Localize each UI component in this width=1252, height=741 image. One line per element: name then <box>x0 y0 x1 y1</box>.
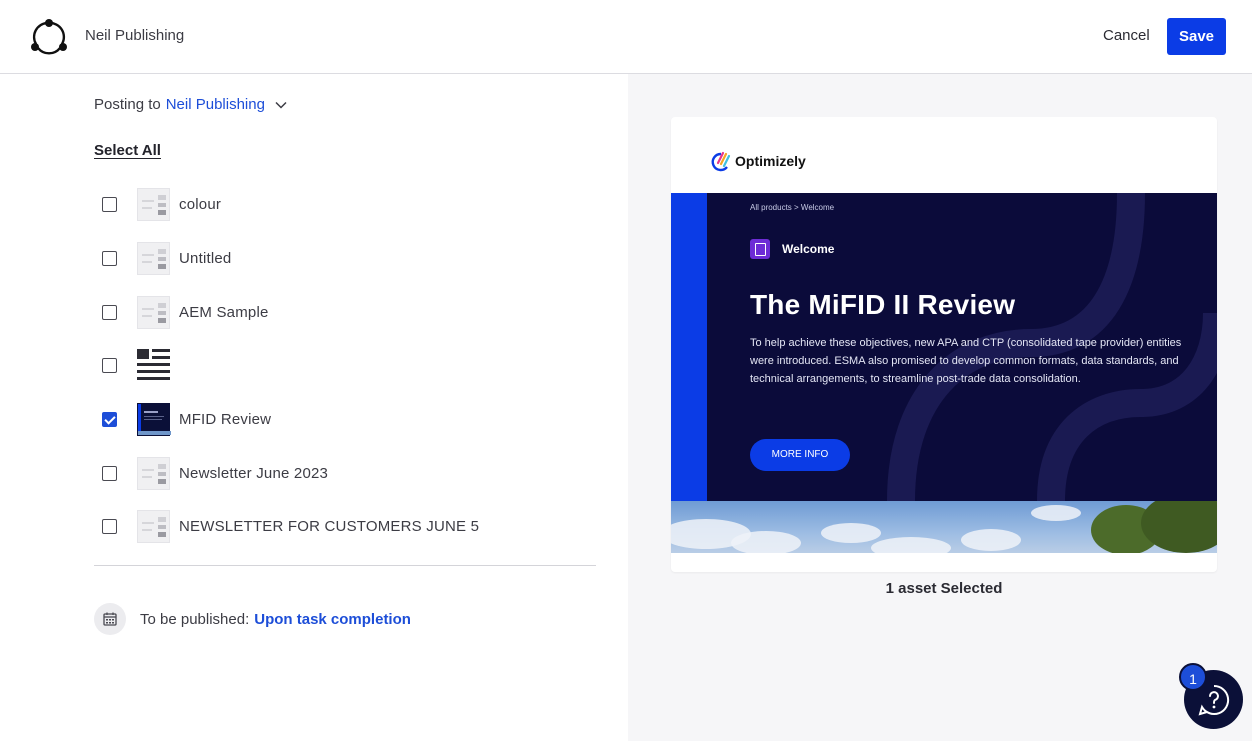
posting-prefix: Posting to <box>94 96 161 113</box>
asset-label: NEWSLETTER FOR CUSTOMERS JUNE 5 <box>179 518 480 536</box>
asset-row[interactable]: Newsletter June 2023 <box>94 446 596 500</box>
publish-timing-link[interactable]: Upon task completion <box>254 611 411 628</box>
document-thumbnail-icon <box>137 456 170 490</box>
document-thumbnail-icon <box>137 242 170 276</box>
posting-target[interactable]: Neil Publishing <box>166 96 265 113</box>
asset-checkbox[interactable] <box>102 304 117 320</box>
divider <box>94 565 596 566</box>
chevron-down-icon[interactable] <box>274 98 288 112</box>
asset-checkbox[interactable] <box>102 465 117 481</box>
asset-label: MFID Review <box>179 411 272 429</box>
asset-checkbox[interactable] <box>102 197 117 213</box>
asset-row[interactable]: colour <box>94 178 596 232</box>
asset-row[interactable]: AEM Sample <box>94 285 596 339</box>
welcome-label: Welcome <box>782 242 835 256</box>
article-icon <box>137 349 170 383</box>
calendar-icon <box>94 603 126 635</box>
breadcrumb: All products > Welcome <box>750 203 835 212</box>
asset-row[interactable] <box>94 339 596 393</box>
asset-checkbox[interactable] <box>102 251 117 267</box>
document-thumbnail-icon <box>137 510 170 544</box>
selection-count: 1 asset Selected <box>885 580 1003 597</box>
asset-label: Newsletter June 2023 <box>179 464 329 482</box>
select-all-link[interactable]: Select All <box>94 142 161 159</box>
document-icon <box>750 239 770 259</box>
brand-logo: Optimizely <box>710 150 806 172</box>
asset-label: AEM Sample <box>179 303 269 321</box>
asset-row[interactable]: MFID Review <box>94 393 596 447</box>
hero-title: The MiFID II Review <box>750 289 1016 320</box>
asset-checkbox[interactable] <box>102 412 117 428</box>
hero-body-text: To help achieve these objectives, new AP… <box>750 337 1182 386</box>
hero-section: All products > Welcome Welcome The MiFID… <box>671 193 1217 501</box>
asset-row[interactable]: Untitled <box>94 232 596 286</box>
optimizely-logo-icon <box>711 151 731 172</box>
welcome-heading: Welcome <box>750 239 834 259</box>
asset-row[interactable]: NEWSLETTER FOR CUSTOMERS JUNE 5 <box>94 500 596 554</box>
brand-name: Optimizely <box>735 153 806 169</box>
asset-selection-panel: Posting to Neil Publishing Select All co… <box>0 74 628 741</box>
asset-label: Untitled <box>179 250 232 268</box>
more-info-button[interactable]: MORE INFO <box>750 439 850 471</box>
preview-panel: Optimizely All products > Welcome Welcom… <box>628 74 1252 741</box>
publish-prefix: To be published: <box>140 610 250 628</box>
document-thumbnail-icon <box>137 188 170 222</box>
app-logo-icon <box>31 19 67 55</box>
top-bar: Neil Publishing Cancel Save <box>0 0 1252 74</box>
notification-badge: 1 <box>1179 663 1207 691</box>
page-preview-card: Optimizely All products > Welcome Welcom… <box>671 117 1217 572</box>
publish-schedule: To be published: Upon task completion <box>94 603 411 635</box>
page-preview-thumbnail <box>137 403 171 437</box>
hero-image <box>671 501 1217 553</box>
asset-checkbox[interactable] <box>102 358 117 374</box>
save-button[interactable]: Save <box>1167 18 1226 55</box>
app-title: Neil Publishing <box>85 27 185 44</box>
asset-label: colour <box>179 196 222 214</box>
asset-list: colour Untitled AEM Sample MFID Review N… <box>94 178 596 554</box>
cancel-button[interactable]: Cancel <box>1094 19 1159 53</box>
posting-target-selector[interactable]: Posting to Neil Publishing <box>94 96 288 113</box>
hero-accent-stripe <box>671 193 707 501</box>
document-thumbnail-icon <box>137 295 170 329</box>
asset-checkbox[interactable] <box>102 519 117 535</box>
